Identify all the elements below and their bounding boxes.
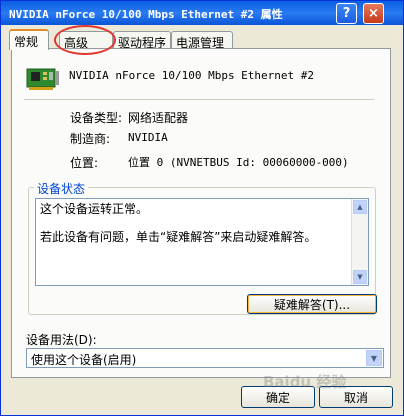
device-status-group: 设备状态 这个设备运转正常。 若此设备有问题，单击“疑难解答”来启动疑难解答。 … [28,180,377,315]
status-textbox[interactable]: 这个设备运转正常。 若此设备有问题，单击“疑难解答”来启动疑难解答。 ▲ ▼ [35,198,369,286]
device-type-label: 设备类型: [70,111,123,125]
scroll-down-icon[interactable]: ▼ [353,270,367,284]
close-button[interactable]: × [363,3,384,24]
tab-driver[interactable]: 驱动程序 [113,31,171,50]
manufacturer-label: 制造商: [70,132,111,146]
network-card-icon [26,68,59,90]
divider [24,99,374,100]
vertical-scrollbar[interactable]: ▲ ▼ [351,199,368,285]
device-usage-select[interactable]: 使用这个设备(启用) ▼ [26,348,384,368]
device-name: NVIDIA nForce 10/100 Mbps Ethernet #2 [69,69,315,82]
highlight-annotation [54,25,116,55]
device-status-legend: 设备状态 [34,180,89,197]
status-line-1: 这个设备运转正常。 [40,202,149,216]
window-title: NVIDIA nForce 10/100 Mbps Ethernet #2 属性 [9,8,283,21]
watermark: Baidu 经验 [263,373,347,391]
status-line-2: 若此设备有问题，单击“疑难解答”来启动疑难解答。 [40,230,317,244]
manufacturer-value: NVIDIA [128,131,168,144]
device-type-value: 网络适配器 [128,111,189,125]
help-button[interactable]: ? [336,3,357,24]
tab-general[interactable]: 常规 [9,29,49,50]
tab-power-management[interactable]: 电源管理 [171,31,233,50]
chevron-down-icon[interactable]: ▼ [366,350,382,366]
scroll-up-icon[interactable]: ▲ [353,200,367,214]
troubleshoot-button[interactable]: 疑难解答(T)... [247,294,377,314]
device-usage-value: 使用这个设备(启用) [31,353,137,367]
properties-dialog: NVIDIA nForce 10/100 Mbps Ethernet #2 属性… [0,0,404,416]
location-label: 位置: [70,156,99,170]
location-value: 位置 0 (NVNETBUS Id: 00060000-000) [128,156,349,169]
device-usage-label: 设备用法(D): [26,333,97,347]
title-bar[interactable]: NVIDIA nForce 10/100 Mbps Ethernet #2 属性… [1,1,403,25]
tab-panel-general: NVIDIA nForce 10/100 Mbps Ethernet #2 设备… [11,48,391,378]
